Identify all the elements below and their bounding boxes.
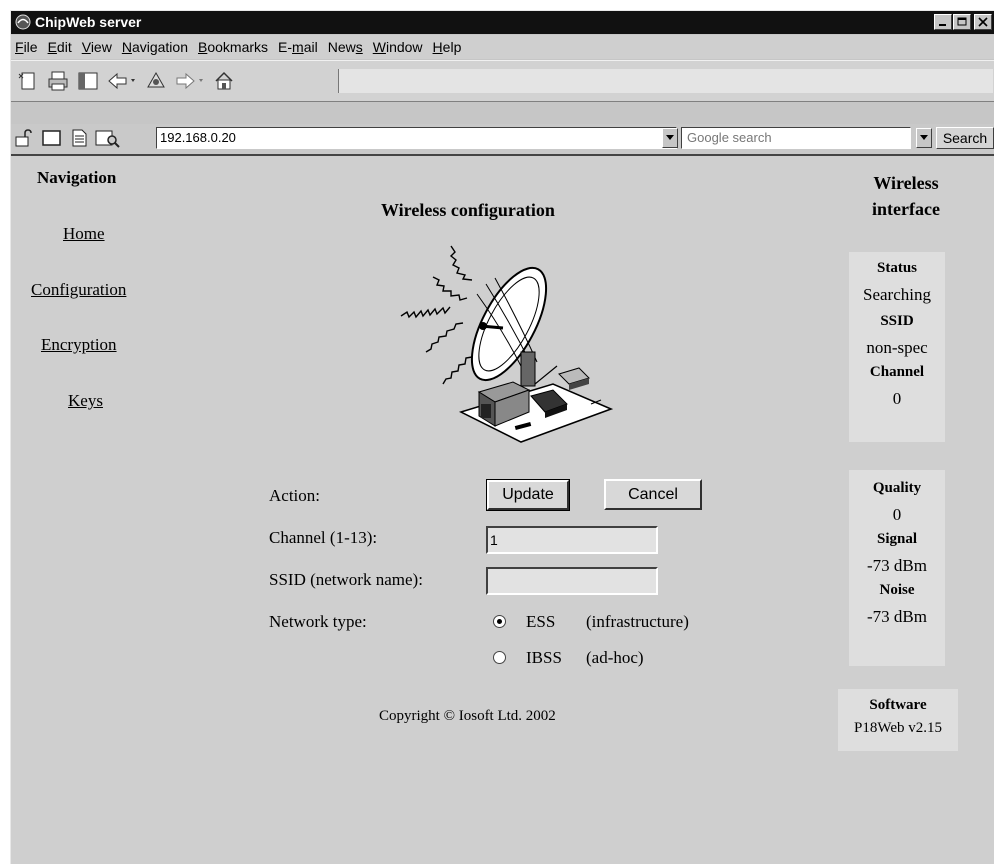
forward-button[interactable] [173,68,207,94]
home-button[interactable] [211,68,237,94]
menu-view[interactable]: View [78,39,116,55]
address-bar: 192.168.0.20 Google search Search [11,124,994,154]
menu-window[interactable]: Window [369,39,427,55]
ibss-description: (ad-hoc) [586,648,644,667]
quality-value: 0 [892,505,902,524]
ssid-status-value: non-spec [866,338,928,357]
software-label: Software [869,697,927,713]
copyright-text: Copyright © Iosoft Ltd. 2002 [379,708,556,724]
url-field[interactable]: 192.168.0.20 [156,127,677,149]
network-type-label: Network type: [269,612,367,631]
unlocked-icon [15,129,32,147]
menu-edit[interactable]: Edit [44,39,76,55]
minimize-icon [939,24,946,26]
signal-label: Signal [876,531,918,547]
menu-bar: File Edit View Navigation Bookmarks E-ma… [11,35,994,59]
menu-bookmarks[interactable]: Bookmarks [194,39,272,55]
ess-description: (infrastructure) [586,612,689,631]
window-title: ChipWeb server [35,14,142,30]
close-button[interactable] [974,14,992,30]
back-button[interactable] [105,68,139,94]
forward-arrow-icon [176,72,203,90]
side-heading-line1: Wireless [873,173,939,193]
quality-label: Quality [872,480,922,496]
document-icon[interactable] [68,128,90,148]
search-page-icon[interactable] [93,128,121,148]
title-bar: ChipWeb server [11,11,994,34]
cancel-button[interactable]: Cancel [604,479,702,510]
panel-icon [78,72,98,90]
new-page-icon [18,72,35,90]
side-heading-line2: interface [872,199,940,219]
ess-label: ESS [526,612,556,631]
channel-status-value: 0 [892,389,902,408]
menu-news[interactable]: News [324,39,367,55]
chevron-down-icon [666,135,674,140]
quality-panel: Quality 0 Signal -73 dBm Noise -73 dBm [849,470,945,666]
nav-link-configuration[interactable]: Configuration [31,280,126,300]
search-input[interactable]: Google search [681,127,911,149]
ess-radio[interactable] [493,615,506,628]
page-frame-icon[interactable] [41,128,63,148]
ssid-input[interactable] [486,567,658,595]
toolbar [11,60,994,102]
reload-icon [147,71,165,88]
noise-value: -73 dBm [867,607,927,626]
search-engine-dropdown[interactable] [916,128,932,148]
software-panel: Software P18Web v2.15 [838,689,958,751]
ibss-label: IBSS [526,648,562,667]
satellite-dish-illustration [400,245,613,443]
channel-input[interactable]: 1 [486,526,658,554]
toolbar-spacer [338,69,993,93]
menu-help[interactable]: Help [429,39,466,55]
noise-label: Noise [879,582,915,598]
home-icon [215,71,233,90]
status-label: Status [876,260,917,276]
menu-email[interactable]: E-mail [274,39,322,55]
update-button[interactable]: Update [486,479,570,511]
status-panel: Status Searching SSID non-spec Channel 0 [849,252,945,442]
maximize-button[interactable] [953,14,971,30]
software-version: P18Web v2.15 [854,720,942,736]
minimize-button[interactable] [934,14,952,30]
ibss-radio[interactable] [493,651,506,664]
close-icon [978,17,988,27]
signal-value: -73 dBm [867,556,927,575]
back-arrow-icon [108,72,135,90]
page-content: Navigation Home Configuration Encryption… [11,154,994,864]
nav-link-keys[interactable]: Keys [68,391,103,411]
action-label: Action: [269,486,320,505]
browser-logo-icon [15,14,31,30]
menu-file[interactable]: File [11,39,42,55]
new-page-button[interactable] [15,68,41,94]
ssid-label: SSID (network name): [269,570,423,589]
page-title: Wireless configuration [381,200,555,220]
print-button[interactable] [45,68,71,94]
nav-heading: Navigation [37,168,117,187]
panel-button[interactable] [75,68,101,94]
menu-navigation[interactable]: Navigation [118,39,192,55]
chevron-down-icon [920,135,928,140]
ssid-status-label: SSID [880,313,914,329]
browser-window: ChipWeb server File Edit View Navigation… [10,10,994,864]
status-value: Searching [863,285,931,304]
channel-status-label: Channel [869,364,925,380]
print-icon [48,71,68,91]
side-heading: Wireless interface [851,170,961,222]
nav-link-encryption[interactable]: Encryption [41,335,117,355]
nav-link-home[interactable]: Home [63,224,105,244]
url-dropdown-button[interactable] [662,128,678,148]
reload-button[interactable] [143,68,169,94]
channel-label: Channel (1-13): [269,528,378,547]
search-button[interactable]: Search [936,127,994,149]
maximize-icon [957,17,967,26]
